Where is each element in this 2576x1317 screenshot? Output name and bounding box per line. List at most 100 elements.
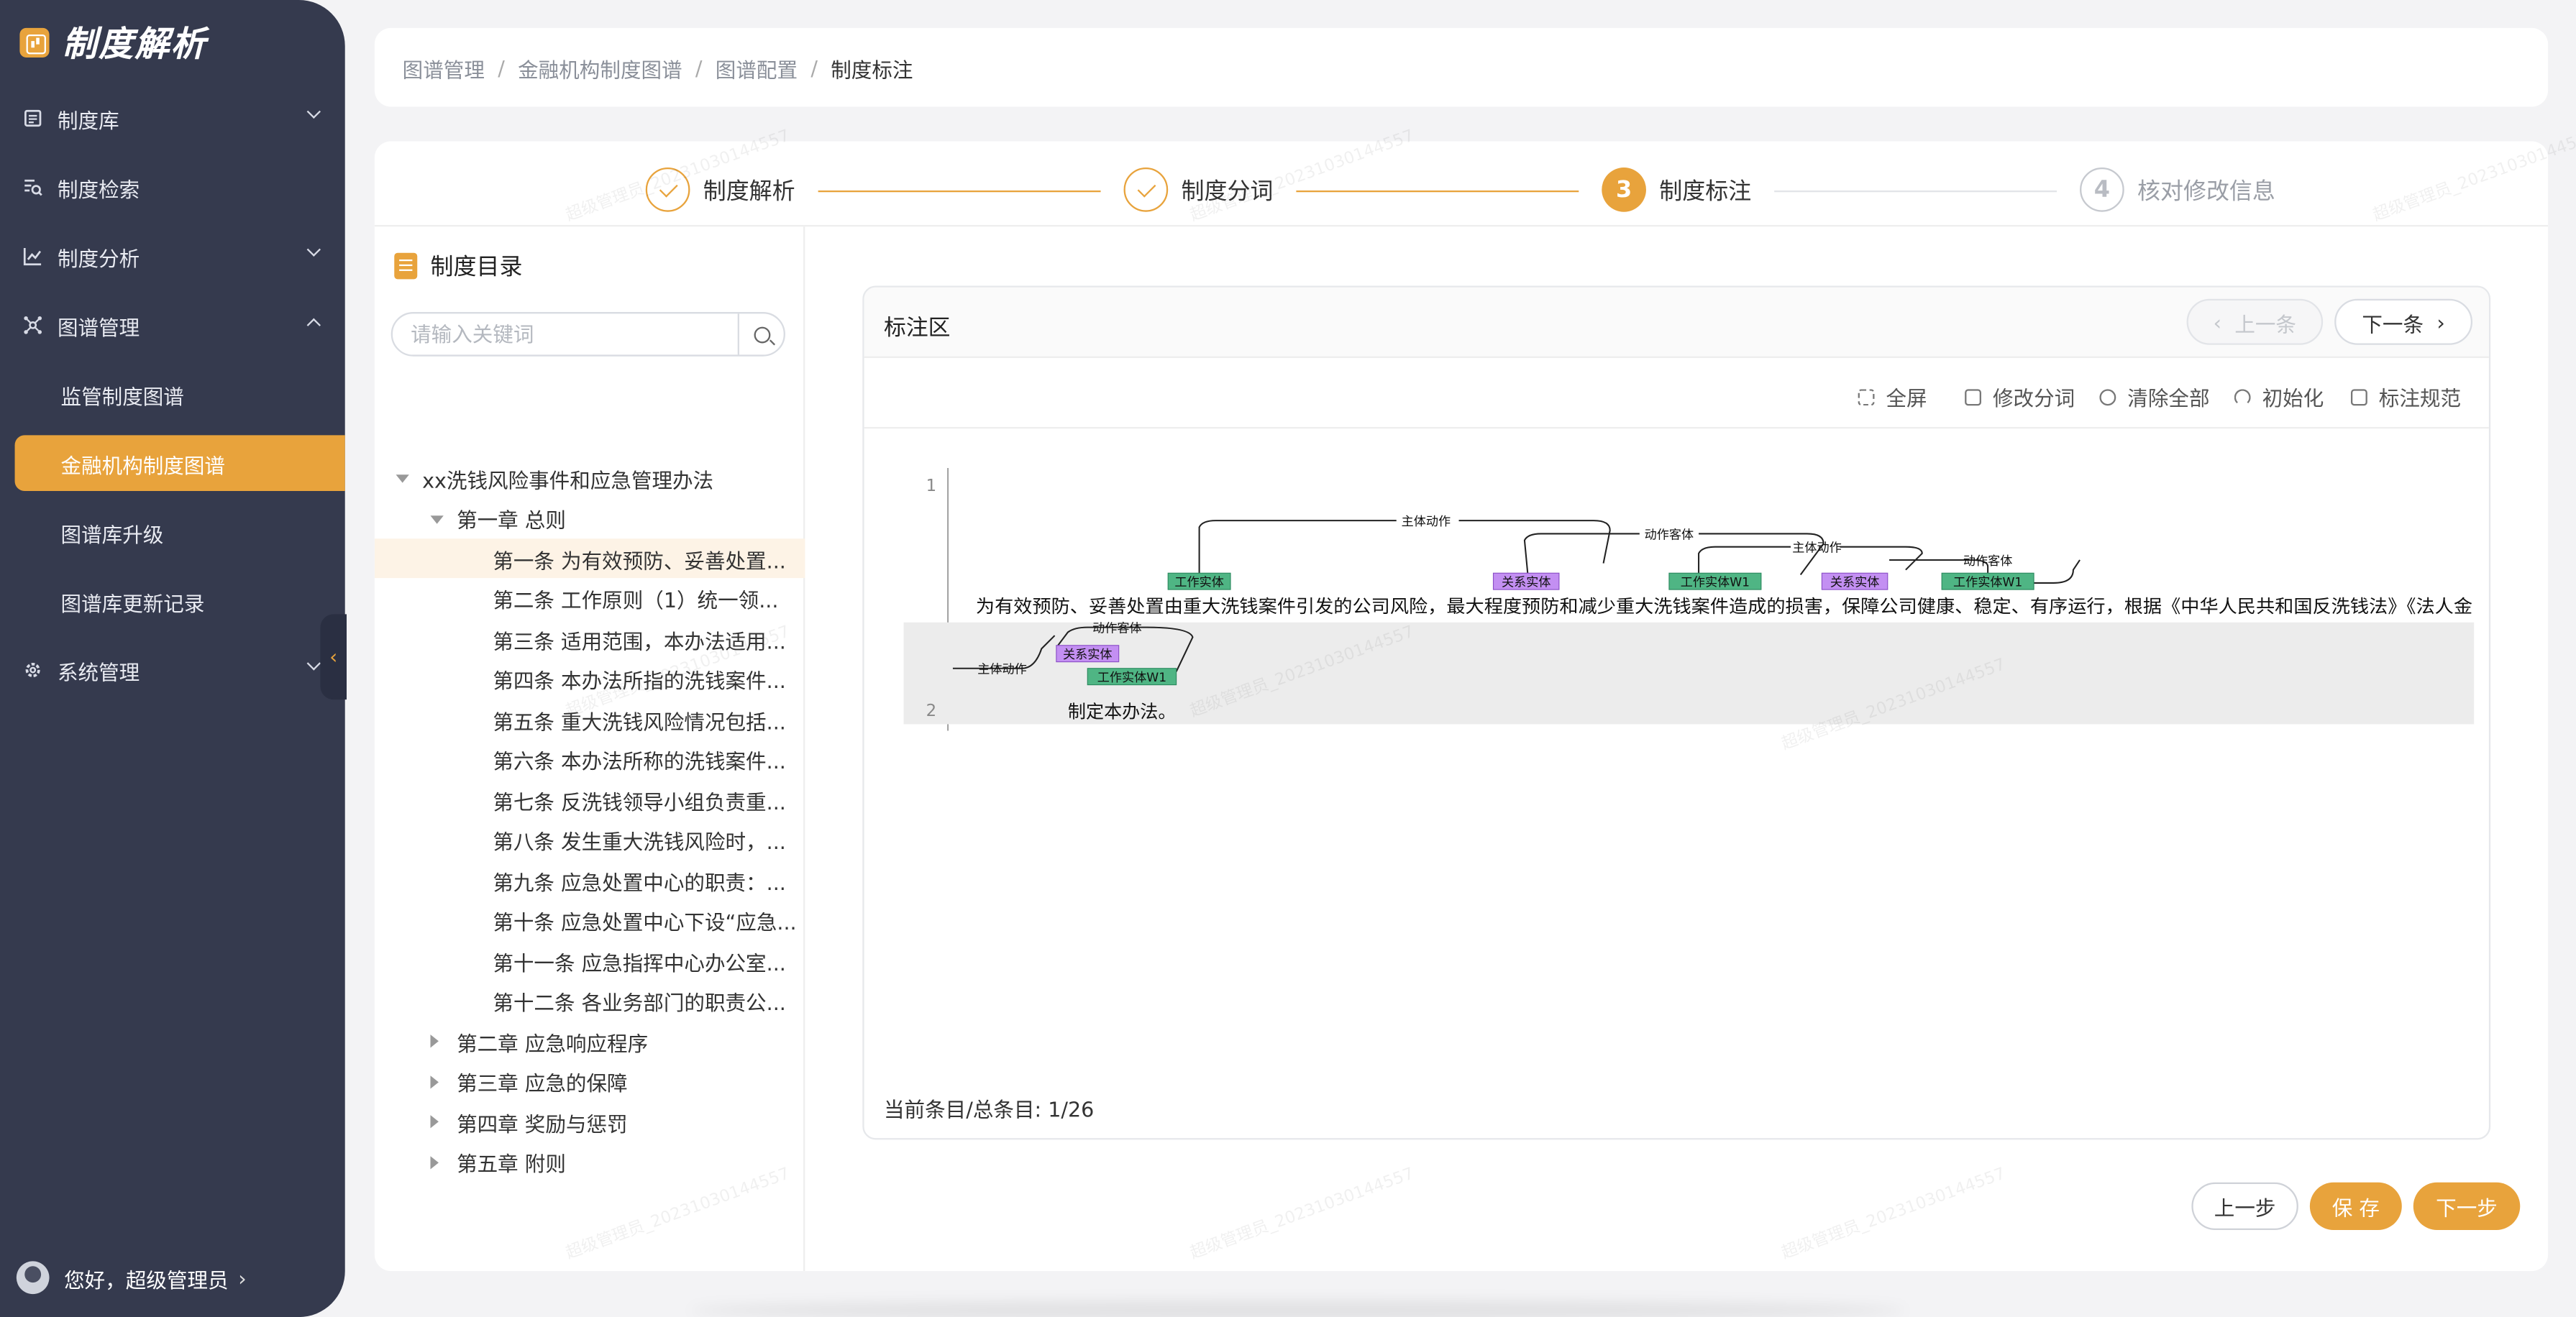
catalog-panel: 制度目录 xx洗钱风险事件和应急管理办法第一章 总则第一条 为有效预防、妥善处置… [374,226,805,1272]
sidebar-item-label: 图谱管理 [57,314,140,339]
sidebar-item-system-management[interactable]: 系统管理 [0,635,345,705]
tree-node-label: 第一章 总则 [457,507,566,533]
step-1: 制度解析 [645,168,795,212]
sentence-line-2[interactable]: 制定本办法。 [1068,701,1177,722]
caret-right-icon[interactable] [430,1155,439,1169]
chevron-down-icon [306,242,321,257]
annotation-header: 标注区 ‹ 上一条 下一条 › [864,287,2489,358]
tree-node-label: xx洗钱风险事件和应急管理办法 [422,467,714,492]
tree-article[interactable]: 第九条 应急处置中心的职责：... [375,861,805,900]
save-label: 保 存 [2331,1196,2380,1221]
tree-article[interactable]: 第五条 重大洗钱风险情况包括... [375,699,805,739]
annotation-title: 标注区 [884,315,951,342]
sidebar-subitem-graph-upgrade[interactable]: 图谱库升级 [0,504,345,560]
search-button[interactable] [737,313,784,355]
breadcrumb-item[interactable]: 图谱配置 [716,52,798,83]
tree-node-label: 第七条 反洗钱领导小组负责重... [493,789,786,814]
check-icon [1123,168,1169,212]
catalog-search [390,312,785,357]
step-connector [1774,190,2057,193]
relation-arc [1523,533,1640,575]
catalog-title: 制度目录 [394,249,522,283]
sidebar-subitem-institution-graph[interactable]: 金融机构制度图谱 [14,435,345,492]
sidebar-subitem-label: 监管制度图谱 [60,383,184,408]
relation-arc [1698,546,1791,575]
sidebar-item-policy-analysis[interactable]: 制度分析 [0,221,345,290]
tree-article[interactable]: 第二条 工作原则（1）统一领... [375,579,805,618]
tree-article[interactable]: 第十条 应急处置中心下设“应急... [375,901,805,940]
item-progress: 当前条目/总条目: 1/26 [884,1096,1095,1122]
prev-item-label: 上一条 [2234,311,2297,336]
tree-chapter[interactable]: 第四章 奖励与惩罚 [375,1102,805,1142]
annotation-toolbar: 全屏 修改分词 清除全部 初始化 标注规范 [864,359,2489,429]
caret-right-icon[interactable] [430,1034,439,1048]
tree-chapter[interactable]: 第三章 应急的保障 [375,1062,805,1101]
relation-label: 主体动作 [977,663,1027,677]
prev-step-button[interactable]: 上一步 [2191,1182,2298,1231]
step-label: 制度解析 [703,178,795,205]
tree-root[interactable]: xx洗钱风险事件和应急管理办法 [375,458,805,497]
tree-node-label: 第六条 本办法所称的洗钱案件... [493,748,786,774]
app-logo-icon [19,27,50,58]
clear-all-button[interactable]: 清除全部 [2099,381,2210,412]
sidebar-subitem-label: 图谱库更新记录 [60,590,205,615]
step-3: 3 制度标注 [1602,168,1751,212]
next-item-button[interactable]: 下一条 › [2334,298,2473,345]
sidebar-item-policy-library[interactable]: 制度库 [0,84,345,153]
tree-article[interactable]: 第六条 本办法所称的洗钱案件... [375,740,805,779]
edit-segmentation-button[interactable]: 修改分词 [1965,381,2075,412]
relation-label: 主体动作 [1402,515,1451,529]
prev-item-button[interactable]: ‹ 上一条 [2186,298,2324,345]
tree-article[interactable]: 第七条 反洗钱领导小组负责重... [375,780,805,820]
next-step-button[interactable]: 下一步 [2413,1182,2521,1231]
annotation-guide-button[interactable]: 标注规范 [2350,381,2461,412]
caret-down-icon[interactable] [430,515,444,523]
tree-article[interactable]: 第十二条 各业务部门的职责公... [375,981,805,1021]
tree-node-label: 第四条 本办法所指的洗钱案件... [493,668,786,694]
avatar [16,1261,50,1295]
tree-article[interactable]: 第四条 本办法所指的洗钱案件... [375,659,805,699]
user-menu[interactable]: 您好，超级管理员 › [16,1261,247,1295]
caret-down-icon[interactable] [396,474,409,483]
tree-article[interactable]: 第八条 发生重大洗钱风险时，... [375,820,805,860]
next-step-label: 下一步 [2436,1196,2498,1221]
initialize-button[interactable]: 初始化 [2234,381,2324,412]
brand: 制度解析 [19,22,206,64]
fullscreen-button[interactable]: 全屏 [1858,381,1927,412]
chevron-up-icon [306,318,321,333]
sidebar-subitem-label: 图谱库升级 [60,521,164,546]
user-greeting: 您好，超级管理员 [64,1267,229,1292]
sidebar-item-policy-search[interactable]: 制度检索 [0,152,345,221]
tree-node-label: 第五章 附则 [457,1151,566,1176]
tree-article[interactable]: 第三条 适用范围，本办法适用... [375,619,805,658]
sidebar-item-label: 制度分析 [57,245,140,270]
breadcrumb-separator: / [810,55,818,80]
tree-chapter[interactable]: 第五章 附则 [375,1142,805,1182]
sidebar-collapse-button[interactable]: ‹ [320,614,347,700]
caret-right-icon[interactable] [430,1075,439,1088]
main-card: 制度解析 制度分词 3 制度标注 4 核对修改信息 制度目录 xx洗钱风险事件和应急… [374,141,2549,1272]
line-chart-icon [23,247,42,266]
save-button[interactable]: 保 存 [2309,1182,2402,1231]
sidebar-item-label: 制度检索 [57,176,140,201]
breadcrumb-item[interactable]: 金融机构制度图谱 [518,52,682,83]
sidebar-subitem-regulatory-graph[interactable]: 监管制度图谱 [0,366,345,422]
tree-article[interactable]: 第十一条 应急指挥中心办公室... [375,941,805,981]
relation-arc [1458,520,1611,564]
keyword-search-input[interactable] [392,313,738,355]
tree-article[interactable]: 第一条 为有效预防、妥善处置... [374,538,805,579]
sentence-line-1[interactable]: 为有效预防、妥善处置由重大洗钱案件引发的公司风险，最大程度预防和减少重大洗钱案件… [976,596,2472,617]
check-icon [645,168,690,212]
breadcrumb-item[interactable]: 图谱管理 [403,52,485,83]
tool-label: 全屏 [1886,385,1927,411]
line-number: 1 [926,477,937,495]
step-number: 4 [2080,168,2124,212]
caret-right-icon[interactable] [430,1115,439,1129]
annotation-editor[interactable]: 1 2 主体动作 动作客体 主体动作 动作客体 工作实体 关系实体 工作实体W1… [903,468,2475,731]
tree-node-label: 第二章 应急响应程序 [457,1030,649,1055]
tree-chapter[interactable]: 第一章 总则 [375,498,805,538]
sidebar-subitem-update-log[interactable]: 图谱库更新记录 [0,573,345,629]
document-icon [2350,388,2367,405]
sidebar-item-graph-management[interactable]: 图谱管理 [0,290,345,359]
tree-chapter[interactable]: 第二章 应急响应程序 [375,1022,805,1061]
